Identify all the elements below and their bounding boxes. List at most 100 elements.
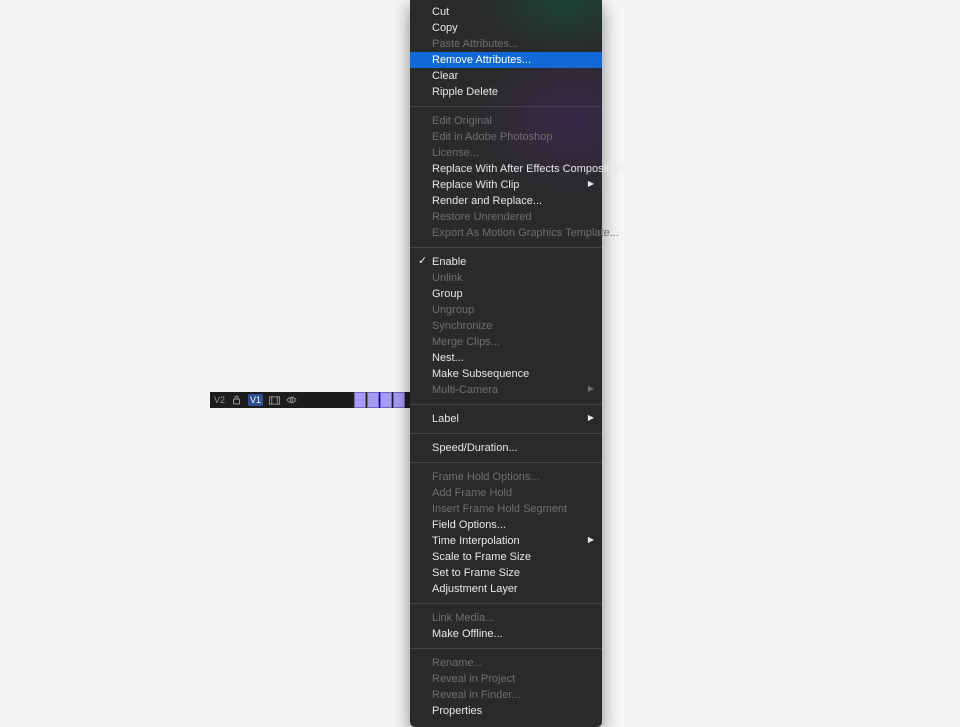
menu-item-label: Time Interpolation xyxy=(432,535,520,547)
menu-item-label: Adjustment Layer xyxy=(432,583,518,595)
menu-group: Edit Original Edit in Adobe Photoshop Lice… xyxy=(410,109,602,245)
menu-separator xyxy=(410,648,602,649)
clip[interactable] xyxy=(393,392,405,408)
clip[interactable] xyxy=(380,392,392,408)
menu-item-label: Multi-Camera xyxy=(432,384,498,396)
menu-item-reveal-in-finder: Reveal in Finder... xyxy=(410,687,602,703)
menu-item-paste-attributes: Paste Attributes... xyxy=(410,36,602,52)
track-v2-label: V2 xyxy=(214,395,225,405)
menu-item-label: Add Frame Hold xyxy=(432,487,512,499)
timeline-clips[interactable] xyxy=(354,392,405,408)
menu-item-label: Synchronize xyxy=(432,320,493,332)
menu-item-label: Reveal in Project xyxy=(432,673,515,685)
menu-item-label: Render and Replace... xyxy=(432,195,542,207)
menu-item-label: Copy xyxy=(432,22,458,34)
menu-item-clear[interactable]: Clear xyxy=(410,68,602,84)
lock-icon[interactable] xyxy=(231,395,242,406)
menu-separator xyxy=(410,247,602,248)
menu-item-label: Set to Frame Size xyxy=(432,567,520,579)
menu-item-label: Edit Original xyxy=(432,115,492,127)
menu-item-label: Clear xyxy=(432,70,458,82)
menu-item-label: Link Media... xyxy=(432,612,494,624)
menu-item-unlink: Unlink xyxy=(410,270,602,286)
chevron-right-icon: ▶ xyxy=(588,414,594,422)
menu-item-replace-ae[interactable]: Replace With After Effects Composition xyxy=(410,161,602,177)
menu-item-cut[interactable]: Cut xyxy=(410,4,602,20)
menu-group: ✓ Enable Unlink Group Ungroup Synchronize Merg… xyxy=(410,250,602,402)
menu-item-rename: Rename... xyxy=(410,655,602,671)
menu-separator xyxy=(410,106,602,107)
menu-item-label: Ungroup xyxy=(432,304,474,316)
menu-item-insert-frame-hold-segment: Insert Frame Hold Segment xyxy=(410,501,602,517)
menu-item-synchronize: Synchronize xyxy=(410,318,602,334)
menu-item-label: Remove Attributes... xyxy=(432,54,531,66)
menu-item-ungroup: Ungroup xyxy=(410,302,602,318)
menu-item-label: Make Offline... xyxy=(432,628,503,640)
check-icon: ✓ xyxy=(418,256,427,267)
menu-item-label: Field Options... xyxy=(432,519,506,531)
menu-item-label: Rename... xyxy=(432,657,483,669)
menu-item-frame-hold-options: Frame Hold Options... xyxy=(410,469,602,485)
menu-item-label: Make Subsequence xyxy=(432,368,529,380)
clip[interactable] xyxy=(367,392,379,408)
menu-separator xyxy=(410,433,602,434)
menu-item-restore-unrendered: Restore Unrendered xyxy=(410,209,602,225)
menu-item-make-offline[interactable]: Make Offline... xyxy=(410,626,602,642)
menu-item-label: Export As Motion Graphics Template... xyxy=(432,227,619,239)
menu-item-nest[interactable]: Nest... xyxy=(410,350,602,366)
menu-item-label: License... xyxy=(432,147,479,159)
menu-group: Rename... Reveal in Project Reveal in Find… xyxy=(410,651,602,723)
menu-group: Frame Hold Options... Add Frame Hold Inser… xyxy=(410,465,602,601)
menu-separator xyxy=(410,462,602,463)
menu-item-field-options[interactable]: Field Options... xyxy=(410,517,602,533)
menu-item-add-frame-hold: Add Frame Hold xyxy=(410,485,602,501)
menu-item-label: Replace With Clip xyxy=(432,179,519,191)
menu-item-make-subsequence[interactable]: Make Subsequence xyxy=(410,366,602,382)
film-icon[interactable] xyxy=(269,395,280,406)
menu-item-scale-to-frame-size[interactable]: Scale to Frame Size xyxy=(410,549,602,565)
menu-item-speed-duration[interactable]: Speed/Duration... xyxy=(410,440,602,456)
menu-item-label: Speed/Duration... xyxy=(432,442,518,454)
menu-item-enable[interactable]: ✓ Enable xyxy=(410,254,602,270)
menu-item-ripple-delete[interactable]: Ripple Delete xyxy=(410,84,602,100)
chevron-right-icon: ▶ xyxy=(588,385,594,393)
eye-icon[interactable] xyxy=(286,395,297,406)
menu-item-copy[interactable]: Copy xyxy=(410,20,602,36)
track-v1-toggle[interactable]: V1 xyxy=(248,394,263,406)
menu-group: Label▶ xyxy=(410,407,602,431)
clip-context-menu[interactable]: Cut Copy Paste Attributes... Remove Attribu… xyxy=(410,0,602,727)
menu-group: Cut Copy Paste Attributes... Remove Attribu… xyxy=(410,0,602,104)
menu-item-reveal-in-project: Reveal in Project xyxy=(410,671,602,687)
menu-group: Speed/Duration... xyxy=(410,436,602,460)
menu-item-set-to-frame-size[interactable]: Set to Frame Size xyxy=(410,565,602,581)
menu-item-replace-clip[interactable]: Replace With Clip ▶ xyxy=(410,177,602,193)
menu-item-label: Nest... xyxy=(432,352,464,364)
menu-item-label: Merge Clips... xyxy=(432,336,500,348)
clip[interactable] xyxy=(354,392,366,408)
menu-group: Link Media... Make Offline... xyxy=(410,606,602,646)
menu-item-merge-clips: Merge Clips... xyxy=(410,334,602,350)
menu-item-label: Group xyxy=(432,288,463,300)
menu-item-label: Unlink xyxy=(432,272,463,284)
menu-item-label: Reveal in Finder... xyxy=(432,689,521,701)
menu-item-adjustment-layer[interactable]: Adjustment Layer xyxy=(410,581,602,597)
menu-item-label: Frame Hold Options... xyxy=(432,471,540,483)
menu-item-group[interactable]: Group xyxy=(410,286,602,302)
menu-item-label: Properties xyxy=(432,705,482,717)
menu-separator xyxy=(410,603,602,604)
menu-item-label[interactable]: Label▶ xyxy=(410,411,602,427)
menu-item-label: Edit in Adobe Photoshop xyxy=(432,131,552,143)
menu-item-link-media: Link Media... xyxy=(410,610,602,626)
menu-item-license: License... xyxy=(410,145,602,161)
menu-item-label: Restore Unrendered xyxy=(432,211,532,223)
menu-item-time-interpolation[interactable]: Time Interpolation▶ xyxy=(410,533,602,549)
menu-item-label: Scale to Frame Size xyxy=(432,551,531,563)
menu-item-remove-attributes[interactable]: Remove Attributes... xyxy=(410,52,602,68)
menu-item-label: Cut xyxy=(432,6,449,18)
menu-item-multi-camera: Multi-Camera ▶ xyxy=(410,382,602,398)
menu-item-label: Ripple Delete xyxy=(432,86,498,98)
menu-item-label: Enable xyxy=(432,256,466,268)
menu-item-properties[interactable]: Properties xyxy=(410,703,602,719)
chevron-right-icon: ▶ xyxy=(588,180,594,188)
menu-item-render-replace[interactable]: Render and Replace... xyxy=(410,193,602,209)
